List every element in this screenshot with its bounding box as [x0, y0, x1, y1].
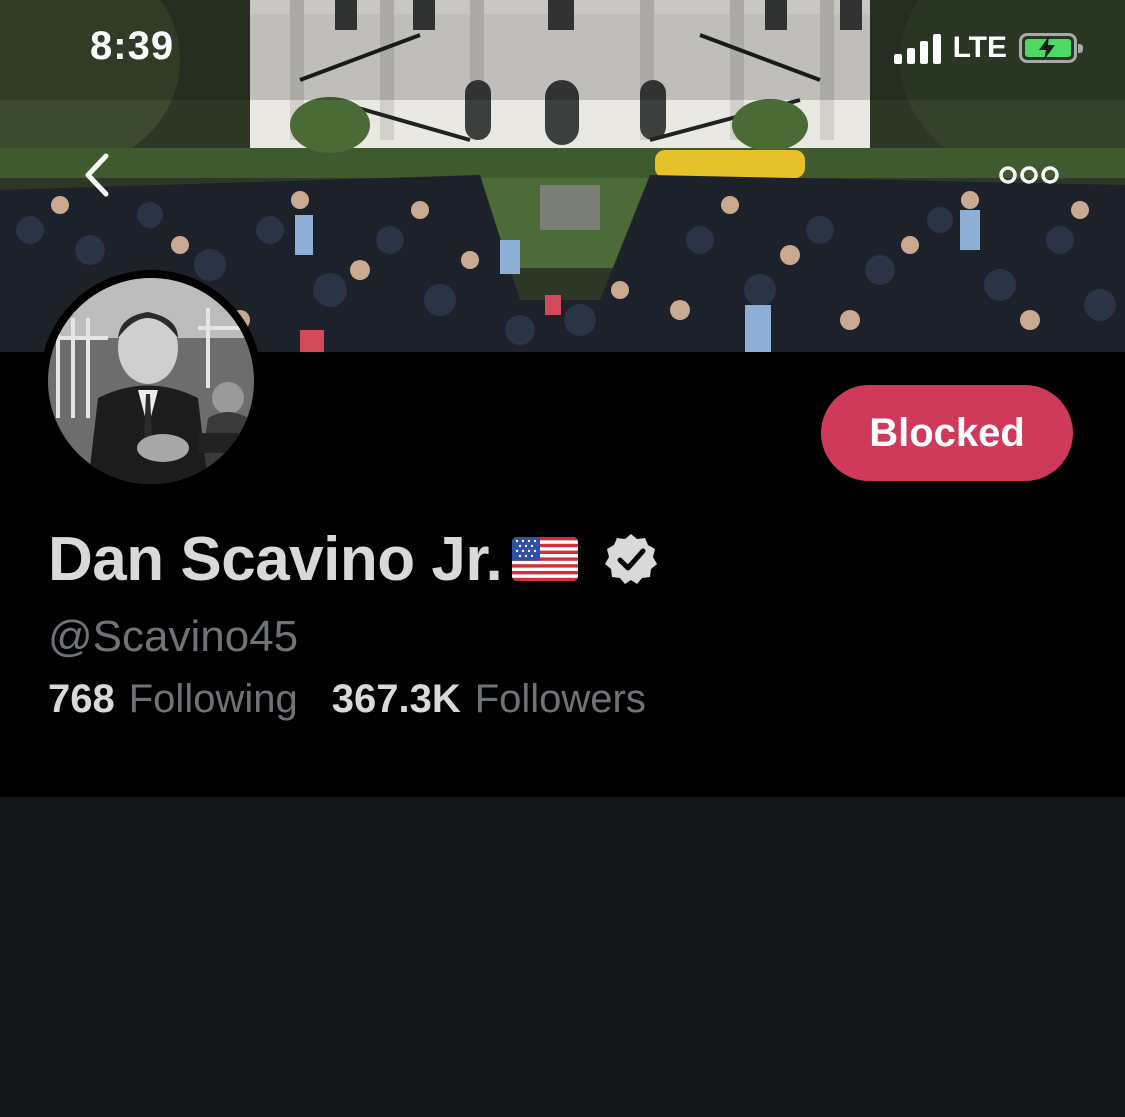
- battery-charging-icon: [1019, 33, 1083, 63]
- following-count: 768: [48, 677, 115, 721]
- verified-badge-icon: [605, 534, 658, 584]
- content-area: [0, 797, 1125, 1117]
- profile-name-row: Dan Scavino Jr.: [48, 524, 658, 594]
- avatar[interactable]: [40, 270, 262, 492]
- following-label: Following: [128, 677, 298, 721]
- profile-handle: @Scavino45: [48, 612, 299, 661]
- status-indicators: LTE: [893, 28, 1083, 68]
- profile-stats: 768 Following 367.3K Followers: [48, 677, 646, 722]
- status-time: 8:39: [90, 24, 175, 68]
- followers-stat[interactable]: 367.3K Followers: [332, 677, 646, 722]
- following-stat[interactable]: 768 Following: [48, 677, 298, 722]
- us-flag-icon: [512, 537, 579, 581]
- back-chevron-icon[interactable]: [74, 150, 124, 200]
- display-name: Dan Scavino Jr.: [48, 524, 503, 594]
- network-type: LTE: [952, 31, 1007, 64]
- followers-count: 367.3K: [331, 677, 461, 721]
- blocked-button[interactable]: Blocked: [821, 385, 1073, 481]
- followers-label: Followers: [474, 677, 646, 721]
- signal-strength-icon: [893, 32, 941, 64]
- more-options-icon[interactable]: [998, 158, 1060, 192]
